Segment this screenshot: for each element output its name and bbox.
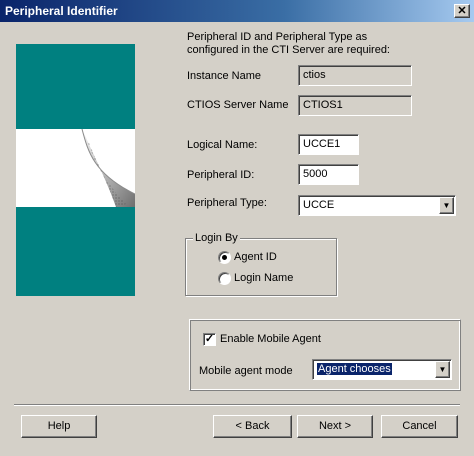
- enable-mobile-agent-label[interactable]: Enable Mobile Agent: [220, 333, 321, 345]
- login-name-label[interactable]: Login Name: [234, 272, 293, 284]
- instance-name-field: ctios: [298, 65, 412, 86]
- footer-separator: [14, 404, 460, 406]
- window-title: Peripheral Identifier: [5, 4, 118, 18]
- cancel-button[interactable]: Cancel: [381, 415, 458, 438]
- back-button[interactable]: < Back: [213, 415, 292, 438]
- mobile-agent-panel: [189, 319, 461, 391]
- chevron-down-icon[interactable]: ▼: [435, 361, 450, 378]
- radio-selected-dot: [222, 255, 227, 260]
- server-name-label: CTIOS Server Name: [187, 99, 289, 111]
- wizard-graphic: [16, 44, 135, 296]
- chevron-down-icon[interactable]: ▼: [439, 197, 454, 214]
- agent-id-radio[interactable]: [218, 251, 231, 264]
- logical-name-label: Logical Name:: [187, 139, 258, 151]
- peripheral-id-input[interactable]: 5000: [298, 164, 359, 185]
- mobile-agent-mode-label: Mobile agent mode: [199, 365, 293, 377]
- help-button[interactable]: Help: [21, 415, 97, 438]
- next-button[interactable]: Next >: [297, 415, 373, 438]
- close-button[interactable]: ✕: [454, 4, 470, 18]
- peripheral-id-label: Peripheral ID:: [187, 169, 255, 181]
- peripheral-type-select[interactable]: UCCE ▼: [298, 195, 456, 216]
- enable-mobile-agent-checkbox[interactable]: ✓: [203, 333, 216, 346]
- instance-name-label: Instance Name: [187, 70, 261, 82]
- checkmark-icon: ✓: [204, 333, 215, 345]
- mobile-agent-mode-select[interactable]: Agent chooses ▼: [312, 359, 452, 380]
- logical-name-input[interactable]: UCCE1: [298, 134, 359, 155]
- server-name-field: CTIOS1: [298, 95, 412, 116]
- peripheral-type-label: Peripheral Type:: [187, 197, 267, 209]
- login-by-title: Login By: [193, 232, 240, 244]
- peripheral-type-value: UCCE: [303, 199, 335, 211]
- login-name-radio[interactable]: [218, 272, 231, 285]
- agent-id-label[interactable]: Agent ID: [234, 251, 277, 263]
- close-icon: ✕: [457, 5, 467, 17]
- page-curl-image: [81, 128, 135, 207]
- mobile-agent-mode-value: Agent chooses: [317, 363, 392, 375]
- intro-line-2: configured in the CTI Server are require…: [187, 44, 390, 56]
- intro-line-1: Peripheral ID and Peripheral Type as: [187, 31, 368, 43]
- login-by-group: [185, 238, 337, 296]
